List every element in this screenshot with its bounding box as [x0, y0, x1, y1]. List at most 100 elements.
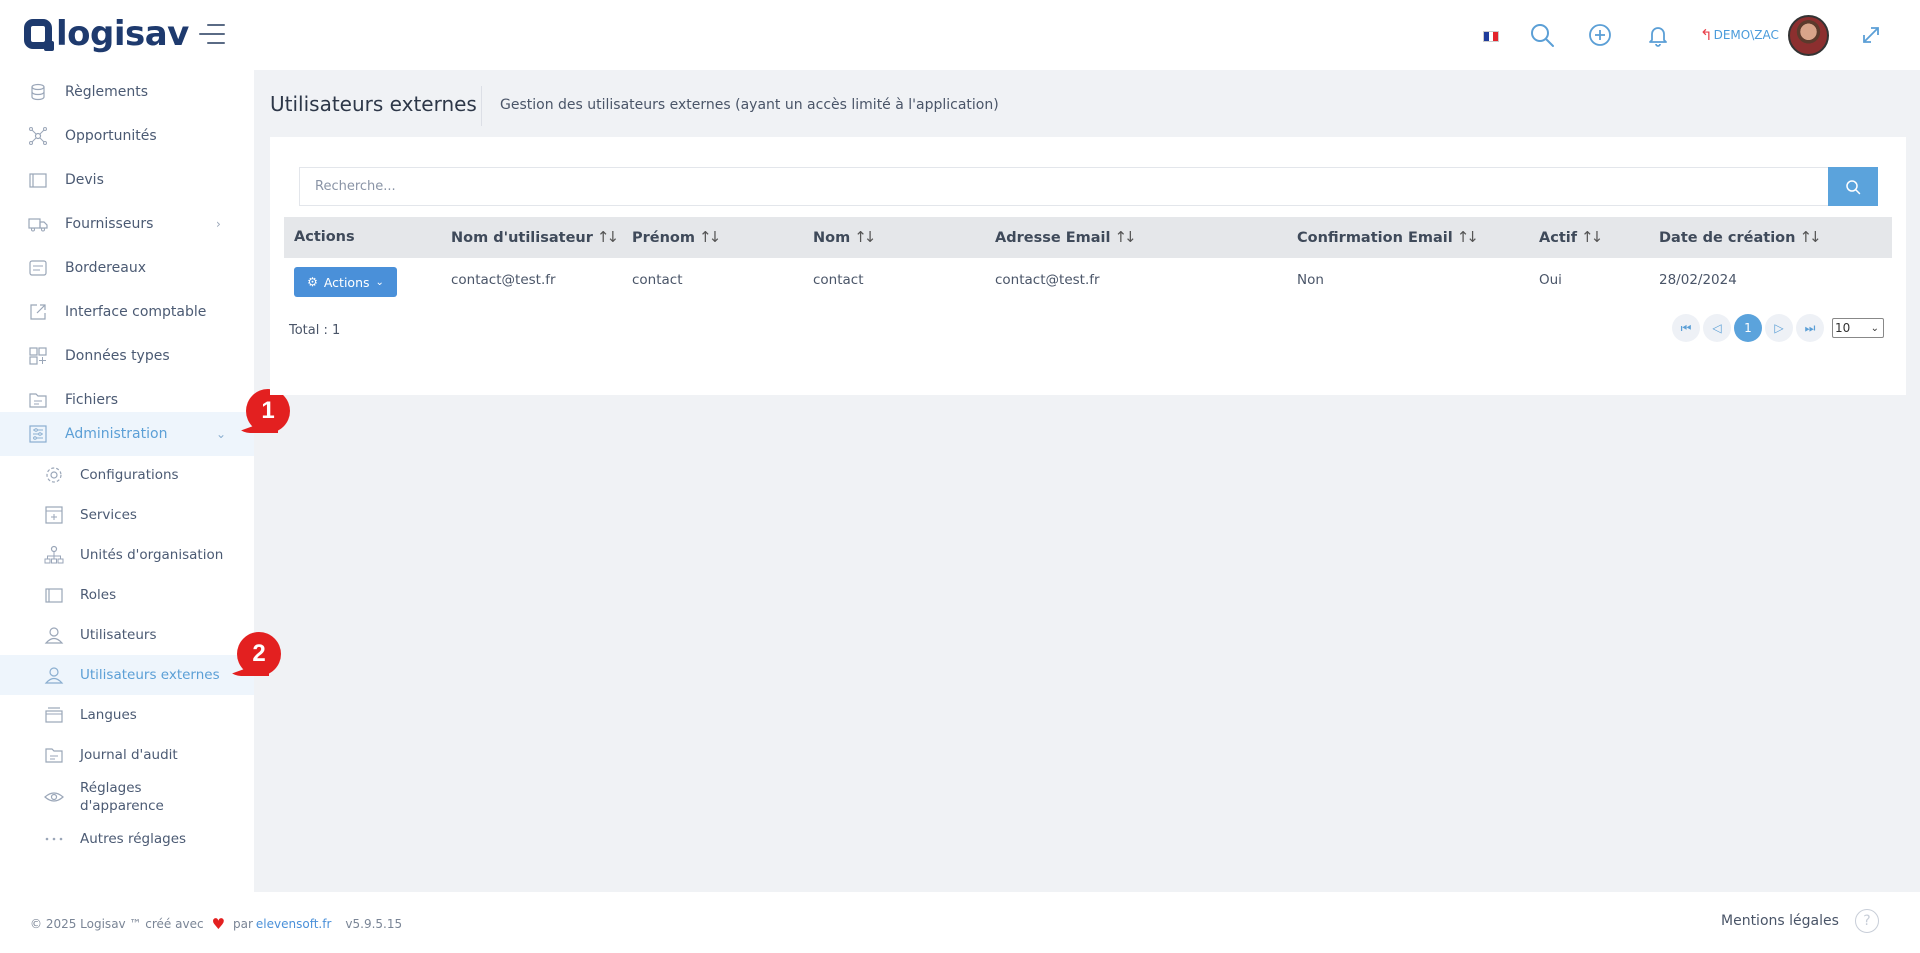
cell-username: contact@test.fr: [451, 272, 556, 288]
fullscreen-icon[interactable]: [1858, 22, 1884, 48]
footer: © 2025 Logisav ™ créé avec ♥ par elevens…: [0, 892, 1920, 953]
legal-link[interactable]: Mentions légales: [1721, 913, 1839, 929]
sort-icon: ↑↓: [1456, 228, 1479, 246]
sidebar-item-donnees-types[interactable]: Données types: [0, 334, 254, 378]
page-size-select[interactable]: 10 ⌄: [1832, 318, 1884, 338]
first-page-icon: ⏮: [1680, 320, 1692, 335]
sidebar-item-label: Données types: [65, 348, 170, 364]
page-description: Gestion des utilisateurs externes (ayant…: [500, 97, 999, 113]
sidebar-item-label: Opportunités: [65, 128, 157, 144]
callout-number: 1: [246, 389, 290, 433]
sidebar-subitem-label: Journal d'audit: [80, 747, 178, 763]
switch-user-label: DEMO\ZAC: [1713, 28, 1779, 42]
sidebar-subitem-reglages-apparence[interactable]: Réglages d'apparence: [0, 775, 254, 819]
callout-marker-1: 1: [234, 389, 290, 433]
sidebar-subitem-configurations[interactable]: Configurations: [0, 455, 254, 495]
bell-icon[interactable]: [1645, 22, 1671, 48]
prev-page-icon: ◁: [1712, 321, 1722, 335]
language-flag-icon[interactable]: [1483, 31, 1499, 42]
cell-firstname: contact: [632, 272, 683, 288]
elevensoft-link[interactable]: elevensoft.fr: [256, 917, 331, 931]
page-title: Utilisateurs externes: [270, 92, 477, 116]
content-card: Actions Nom d'utilisateur↑↓ Prénom↑↓ Nom…: [270, 137, 1906, 395]
sidebar-item-reglements[interactable]: Règlements: [0, 70, 254, 114]
add-circle-icon[interactable]: [1587, 22, 1613, 48]
column-header-lastname[interactable]: Nom ↑↓: [813, 217, 876, 258]
sidebar-item-devis[interactable]: Devis: [0, 158, 254, 202]
sidebar-subitem-utilisateurs[interactable]: Utilisateurs: [0, 615, 254, 655]
sort-icon: ↑↓: [596, 228, 619, 246]
folder-icon: [45, 588, 63, 603]
switch-user-link[interactable]: ↰ DEMO\ZAC: [1700, 26, 1779, 44]
sidebar: Règlements Opportunités Devis Fournisseu…: [0, 70, 254, 892]
sidebar-subitem-unites-organisation[interactable]: Unités d'organisation: [0, 535, 254, 575]
column-header-active[interactable]: Actif ↑↓: [1539, 217, 1603, 258]
sidebar-subitem-label: Utilisateurs: [80, 627, 157, 643]
sidebar-subitem-journal-audit[interactable]: Journal d'audit: [0, 735, 254, 775]
column-header-actions: Actions: [294, 229, 355, 245]
eye-icon: [44, 792, 64, 802]
search-input[interactable]: [299, 167, 1828, 206]
logo-text: logisav: [56, 14, 189, 54]
sidebar-item-label: Bordereaux: [65, 260, 146, 276]
next-page-icon: ▷: [1774, 321, 1784, 335]
heart-icon: ♥: [211, 915, 226, 933]
sidebar-subitem-label: Autres réglages: [80, 831, 187, 847]
sidebar-subitem-services[interactable]: Services: [0, 495, 254, 535]
add-box-icon: [45, 506, 63, 524]
file-folder-icon: [45, 748, 63, 763]
last-page-button[interactable]: ⏭: [1796, 314, 1824, 342]
avatar[interactable]: [1788, 15, 1829, 56]
search-button[interactable]: [1828, 167, 1878, 206]
sidebar-item-label: Règlements: [65, 84, 149, 100]
gear-icon: ⚙: [307, 275, 318, 289]
sidebar-item-administration[interactable]: Administration ⌄: [0, 412, 254, 456]
table-row: ⚙ Actions ⌄ contact@test.fr contact cont…: [284, 258, 1892, 303]
sidebar-item-opportunites[interactable]: Opportunités: [0, 114, 254, 158]
sidebar-item-interface-comptable[interactable]: Interface comptable: [0, 290, 254, 334]
sort-icon: ↑↓: [699, 228, 721, 246]
search-icon[interactable]: [1529, 22, 1555, 48]
last-page-icon: ⏭: [1804, 320, 1816, 335]
sidebar-subitem-roles[interactable]: Roles: [0, 575, 254, 615]
external-link-icon: [30, 304, 46, 320]
users-icon: [44, 667, 64, 684]
cell-email-confirmed: Non: [1297, 272, 1324, 288]
sort-icon: ↑↓: [1581, 228, 1603, 246]
coins-icon: [31, 83, 45, 101]
next-page-button[interactable]: ▷: [1765, 314, 1793, 342]
first-page-button[interactable]: ⏮: [1672, 314, 1700, 342]
sidebar-subitem-label: Configurations: [80, 467, 179, 483]
cell-created: 28/02/2024: [1659, 272, 1737, 288]
sidebar-subitem-langues[interactable]: Langues: [0, 695, 254, 735]
page-button-current[interactable]: 1: [1734, 314, 1762, 342]
sort-icon: ↑↓: [1114, 228, 1136, 246]
column-header-firstname[interactable]: Prénom ↑↓: [632, 217, 721, 258]
prev-page-button[interactable]: ◁: [1703, 314, 1731, 342]
total-count: Total : 1: [289, 323, 341, 338]
callout-marker-2: 2: [225, 632, 281, 676]
help-icon[interactable]: ?: [1855, 909, 1879, 933]
logo[interactable]: logisav: [24, 14, 189, 54]
sidebar-subitem-label: Unités d'organisation: [80, 547, 224, 563]
search-icon: [1846, 179, 1861, 194]
sidebar-subitem-utilisateurs-externes[interactable]: Utilisateurs externes: [0, 655, 254, 695]
cell-active: Oui: [1539, 272, 1562, 288]
column-header-email-confirmation[interactable]: Confirmation Email ↑↓: [1297, 217, 1479, 258]
sort-icon: ↑↓: [1799, 228, 1821, 246]
footer-copyright: © 2025 Logisav ™ créé avec ♥ par elevens…: [30, 915, 403, 933]
sidebar-item-label: Interface comptable: [65, 304, 207, 320]
sidebar-subitem-autres-reglages[interactable]: Autres réglages: [0, 819, 254, 859]
menu-toggle-icon[interactable]: [199, 24, 225, 46]
return-arrow-icon: ↰: [1700, 26, 1713, 44]
sidebar-item-fournisseurs[interactable]: Fournisseurs ›: [0, 202, 254, 246]
column-header-email[interactable]: Adresse Email ↑↓: [995, 217, 1137, 258]
column-header-created[interactable]: Date de création ↑↓: [1659, 217, 1822, 258]
column-header-username[interactable]: Nom d'utilisateur ↑↓: [451, 217, 619, 258]
row-actions-button[interactable]: ⚙ Actions ⌄: [294, 267, 397, 297]
sidebar-item-label: Fournisseurs: [65, 216, 154, 232]
chevron-right-icon: ›: [216, 217, 221, 231]
sidebar-item-bordereaux[interactable]: Bordereaux: [0, 246, 254, 290]
top-header: logisav ↰ DEMO\ZAC: [0, 0, 1920, 70]
truck-icon: [28, 218, 48, 232]
